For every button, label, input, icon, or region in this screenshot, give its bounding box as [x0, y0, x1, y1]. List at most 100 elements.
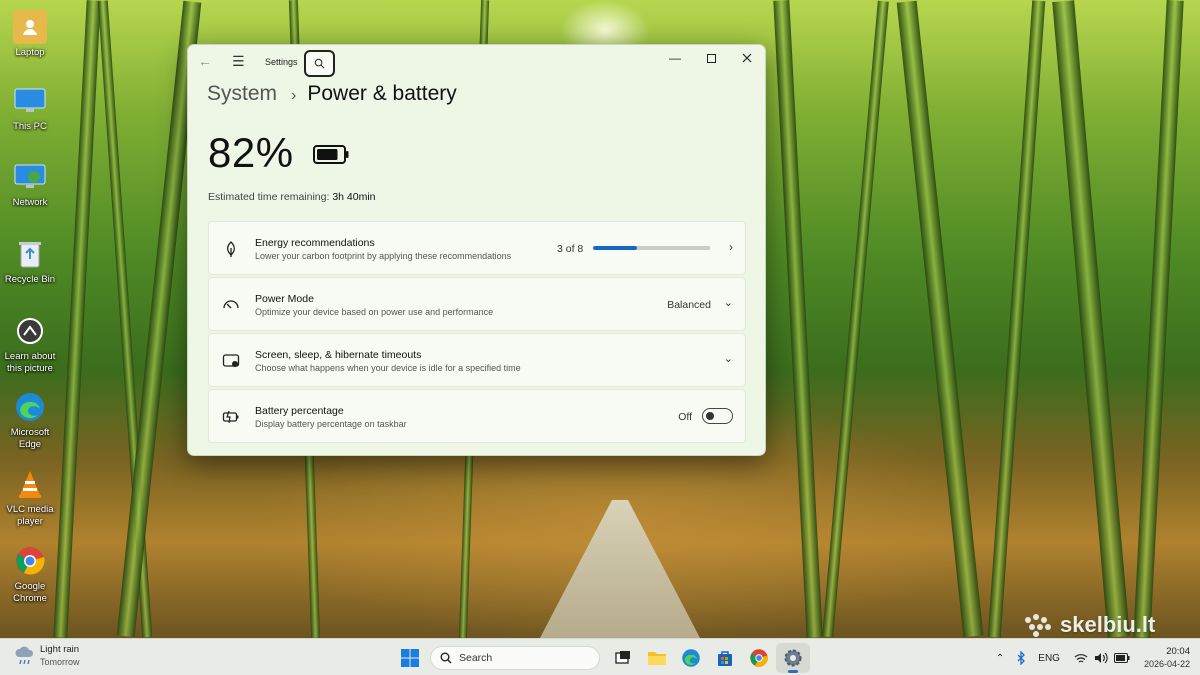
desktop-icon-label: VLC media player [6, 504, 54, 527]
file-explorer-button[interactable] [640, 643, 674, 673]
card-title: Power Mode [255, 293, 314, 305]
start-button[interactable] [396, 644, 424, 672]
back-arrow-icon[interactable]: ← [198, 53, 212, 69]
clock[interactable]: 20:04 2026-04-22 [1144, 646, 1190, 670]
chevron-down-icon[interactable]: ⌄ [724, 352, 733, 365]
volume-icon[interactable] [1094, 652, 1108, 664]
camera-circle-icon [13, 314, 47, 348]
power-mode-dropdown[interactable]: Balanced [667, 299, 711, 311]
watermark-dots-icon [1025, 614, 1051, 637]
card-title: Battery percentage [255, 405, 344, 417]
weather-widget[interactable]: Light rain Tomorrow [14, 644, 80, 668]
bluetooth-icon[interactable] [1016, 651, 1026, 665]
store-button[interactable] [708, 643, 742, 673]
desktop-icon-vlc[interactable]: VLC media player [2, 467, 58, 528]
language-indicator[interactable]: ENG [1038, 653, 1060, 664]
task-view-icon [615, 651, 630, 664]
battery-percentage: 82% [208, 129, 294, 176]
app-title: Settings [265, 57, 298, 67]
energy-recommendations-card[interactable]: Energy recommendations Lower your carbon… [208, 221, 746, 275]
vlc-cone-icon [13, 467, 47, 501]
card-subtitle: Lower your carbon footprint by applying … [255, 251, 512, 261]
taskbar: Light rain Tomorrow Search ⌃ ENG 20:04 2… [0, 638, 1200, 675]
desktop-icon-label: This PC [13, 121, 47, 132]
hamburger-menu-icon[interactable]: ☰ [232, 53, 245, 70]
system-tray: ⌃ ENG 20:04 2026-04-22 [984, 645, 1190, 671]
battery-percentage-toggle[interactable] [702, 408, 733, 424]
folder-icon [648, 652, 666, 665]
windows-logo-icon [401, 649, 419, 667]
desktop-icon-edge[interactable]: Microsoft Edge [2, 390, 58, 451]
page-title: Power & battery [307, 82, 457, 105]
card-subtitle: Optimize your device based on power use … [255, 307, 494, 317]
maximize-button[interactable] [693, 45, 729, 71]
weather-condition: Light rain [40, 644, 80, 655]
breadcrumb-separator: › [291, 87, 297, 104]
edge-button[interactable] [674, 643, 708, 673]
search-button[interactable] [304, 50, 335, 77]
search-icon [440, 652, 452, 664]
desktop-icon-this-pc[interactable]: This PC [2, 84, 58, 133]
recommendations-progress-bar [593, 246, 710, 250]
desktop-icon-chrome[interactable]: Google Chrome [2, 544, 58, 605]
chevron-down-icon[interactable]: ⌄ [724, 296, 733, 309]
desktop-icon-laptop[interactable]: Laptop [2, 10, 58, 59]
clock-date: 2026-04-22 [1143, 659, 1190, 669]
card-title: Screen, sleep, & hibernate timeouts [255, 349, 422, 361]
chrome-icon [13, 544, 47, 578]
gauge-icon [223, 300, 239, 309]
desktop-icon-recycle-bin[interactable]: Recycle Bin [2, 237, 58, 286]
estimated-time-value: 3h 40min [332, 191, 376, 203]
edge-icon [13, 390, 47, 424]
chrome-button[interactable] [742, 643, 776, 673]
desktop-icon-network[interactable]: Network [2, 160, 58, 209]
task-view-button[interactable] [606, 643, 640, 673]
close-button[interactable] [729, 45, 765, 71]
search-placeholder: Search [459, 652, 493, 664]
breadcrumb: System › Power & battery [207, 82, 457, 106]
monitor-icon [13, 84, 47, 118]
settings-app-button[interactable] [776, 643, 810, 673]
wifi-icon[interactable] [1074, 653, 1088, 664]
taskbar-apps: Search [396, 643, 810, 673]
recommendations-count: 3 of 8 [557, 243, 584, 255]
taskbar-search[interactable]: Search [430, 646, 600, 670]
screen-sleep-timeouts-card[interactable]: Screen, sleep, & hibernate timeouts Choo… [208, 333, 746, 387]
close-icon [742, 53, 752, 63]
desktop-icon-label: Network [12, 197, 48, 208]
watermark: skelbiu.lt [1022, 612, 1155, 638]
breadcrumb-system-link[interactable]: System [207, 82, 277, 106]
recycle-bin-icon [13, 237, 47, 271]
clock-time: 20:04 [1166, 646, 1190, 657]
progress-fill [593, 246, 637, 250]
card-subtitle: Display battery percentage on taskbar [255, 419, 407, 429]
watermark-text: skelbiu.lt [1060, 612, 1156, 637]
chrome-icon [750, 649, 769, 667]
toggle-knob [706, 412, 714, 420]
rain-cloud-icon [15, 646, 34, 665]
edge-icon [682, 649, 700, 667]
network-icon [13, 160, 47, 194]
desktop-icon-label: Google Chrome [13, 581, 47, 604]
title-bar: ← ☰ Settings — [188, 45, 765, 79]
card-subtitle: Choose what happens when your device is … [255, 363, 521, 373]
battery-percentage-card: Battery percentage Display battery perce… [208, 389, 746, 443]
window-controls: — [657, 45, 765, 71]
store-bag-icon [718, 651, 732, 666]
battery-tray-icon[interactable] [1113, 653, 1130, 663]
minimize-button[interactable]: — [657, 45, 693, 71]
toggle-state-label: Off [678, 411, 692, 423]
chevron-right-icon: › [729, 240, 733, 254]
battery-icon [313, 145, 349, 164]
power-mode-card[interactable]: Power Mode Optimize your device based on… [208, 277, 746, 331]
estimated-time-label: Estimated time remaining: [208, 191, 330, 203]
settings-gear-icon [784, 649, 802, 667]
estimated-time: Estimated time remaining: 3h 40min [208, 191, 376, 203]
desktop-icon-learn-picture[interactable]: Learn about this picture [2, 314, 58, 375]
screen-sleep-icon [222, 354, 240, 367]
tray-overflow-chevron-icon[interactable]: ⌃ [996, 653, 1004, 664]
user-folder-icon [13, 10, 47, 44]
maximize-icon [706, 53, 716, 63]
card-title: Energy recommendations [255, 237, 375, 249]
leaf-icon [226, 241, 236, 257]
